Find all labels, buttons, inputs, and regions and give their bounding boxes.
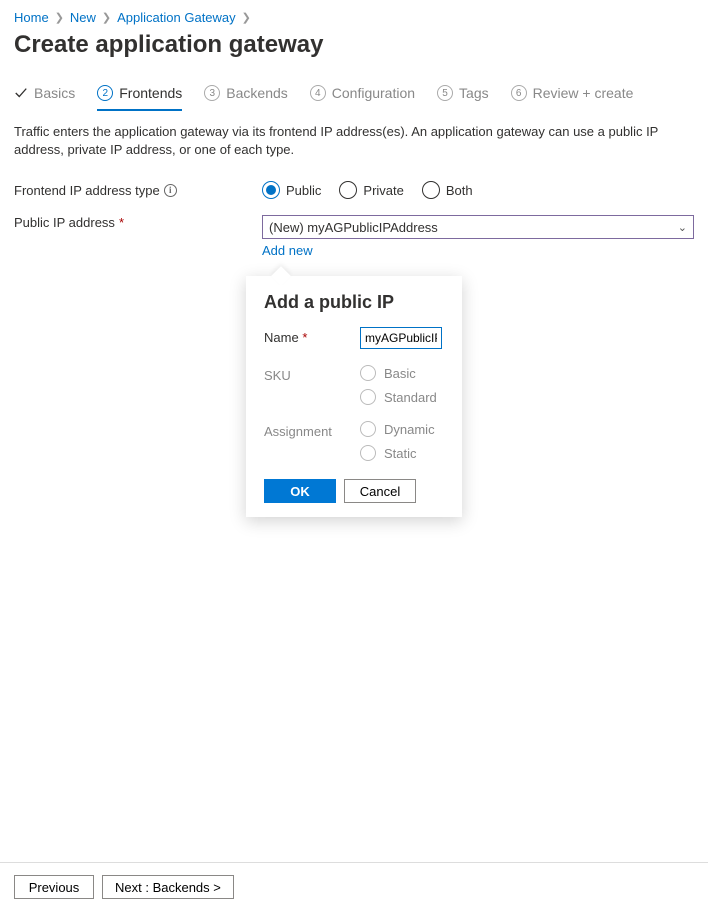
step-number-icon: 2 bbox=[97, 85, 113, 101]
add-public-ip-popover: Add a public IP Name * SKU Basic Standar… bbox=[246, 276, 462, 517]
info-icon[interactable]: i bbox=[164, 184, 177, 197]
chevron-right-icon: ❯ bbox=[100, 11, 113, 24]
select-value: (New) myAGPublicIPAddress bbox=[269, 220, 438, 235]
tab-label: Frontends bbox=[119, 85, 182, 101]
required-indicator: * bbox=[119, 215, 124, 230]
radio-sku-standard: Standard bbox=[360, 389, 444, 405]
name-input[interactable] bbox=[360, 327, 442, 349]
sku-label: SKU bbox=[264, 365, 360, 383]
radio-label: Private bbox=[363, 183, 403, 198]
radio-icon bbox=[339, 181, 357, 199]
check-icon bbox=[14, 86, 28, 100]
chevron-down-icon: ⌄ bbox=[678, 221, 687, 234]
popover-beak bbox=[271, 266, 291, 286]
radio-sku-basic: Basic bbox=[360, 365, 444, 381]
popover-title: Add a public IP bbox=[264, 292, 444, 313]
tab-description: Traffic enters the application gateway v… bbox=[14, 123, 694, 159]
tab-label: Review + create bbox=[533, 85, 634, 101]
tab-label: Backends bbox=[226, 85, 287, 101]
name-label: Name bbox=[264, 330, 299, 345]
radio-label: Public bbox=[286, 183, 321, 198]
tab-label: Configuration bbox=[332, 85, 415, 101]
tab-backends[interactable]: 3 Backends bbox=[204, 85, 287, 111]
assignment-label: Assignment bbox=[264, 421, 360, 439]
step-number-icon: 4 bbox=[310, 85, 326, 101]
tab-configuration[interactable]: 4 Configuration bbox=[310, 85, 415, 111]
breadcrumb-home[interactable]: Home bbox=[14, 10, 49, 25]
radio-public[interactable]: Public bbox=[262, 181, 321, 199]
radio-icon bbox=[360, 445, 376, 461]
step-number-icon: 6 bbox=[511, 85, 527, 101]
public-ip-select[interactable]: (New) myAGPublicIPAddress ⌄ bbox=[262, 215, 694, 239]
step-number-icon: 3 bbox=[204, 85, 220, 101]
field-public-ip: Public IP address * (New) myAGPublicIPAd… bbox=[14, 215, 694, 258]
radio-label: Basic bbox=[384, 366, 416, 381]
radio-both[interactable]: Both bbox=[422, 181, 473, 199]
radio-assignment-dynamic: Dynamic bbox=[360, 421, 444, 437]
radio-label: Standard bbox=[384, 390, 437, 405]
radio-icon bbox=[422, 181, 440, 199]
add-new-link[interactable]: Add new bbox=[262, 243, 313, 258]
radio-icon bbox=[262, 181, 280, 199]
breadcrumb: Home ❯ New ❯ Application Gateway ❯ bbox=[14, 10, 694, 25]
radio-label: Both bbox=[446, 183, 473, 198]
breadcrumb-application-gateway[interactable]: Application Gateway bbox=[117, 10, 236, 25]
ok-button[interactable]: OK bbox=[264, 479, 336, 503]
required-indicator: * bbox=[302, 330, 307, 345]
public-ip-label: Public IP address bbox=[14, 215, 115, 230]
next-button[interactable]: Next : Backends > bbox=[102, 875, 234, 899]
page-title: Create application gateway bbox=[14, 31, 694, 59]
radio-assignment-static: Static bbox=[360, 445, 444, 461]
frontend-ip-type-label: Frontend IP address type bbox=[14, 183, 160, 198]
radio-label: Dynamic bbox=[384, 422, 435, 437]
previous-button[interactable]: Previous bbox=[14, 875, 94, 899]
radio-icon bbox=[360, 421, 376, 437]
radio-icon bbox=[360, 365, 376, 381]
radio-label: Static bbox=[384, 446, 417, 461]
tab-basics[interactable]: Basics bbox=[14, 85, 75, 111]
chevron-right-icon: ❯ bbox=[240, 11, 253, 24]
cancel-button[interactable]: Cancel bbox=[344, 479, 416, 503]
field-frontend-ip-type: Frontend IP address type i Public Privat… bbox=[14, 181, 694, 199]
tab-review-create[interactable]: 6 Review + create bbox=[511, 85, 634, 111]
wizard-footer: Previous Next : Backends > bbox=[0, 862, 708, 911]
chevron-right-icon: ❯ bbox=[53, 11, 66, 24]
radio-icon bbox=[360, 389, 376, 405]
tab-tags[interactable]: 5 Tags bbox=[437, 85, 489, 111]
tab-label: Basics bbox=[34, 85, 75, 101]
tab-label: Tags bbox=[459, 85, 489, 101]
tab-frontends[interactable]: 2 Frontends bbox=[97, 85, 182, 111]
wizard-tabs: Basics 2 Frontends 3 Backends 4 Configur… bbox=[14, 85, 694, 111]
step-number-icon: 5 bbox=[437, 85, 453, 101]
radio-private[interactable]: Private bbox=[339, 181, 403, 199]
breadcrumb-new[interactable]: New bbox=[70, 10, 96, 25]
